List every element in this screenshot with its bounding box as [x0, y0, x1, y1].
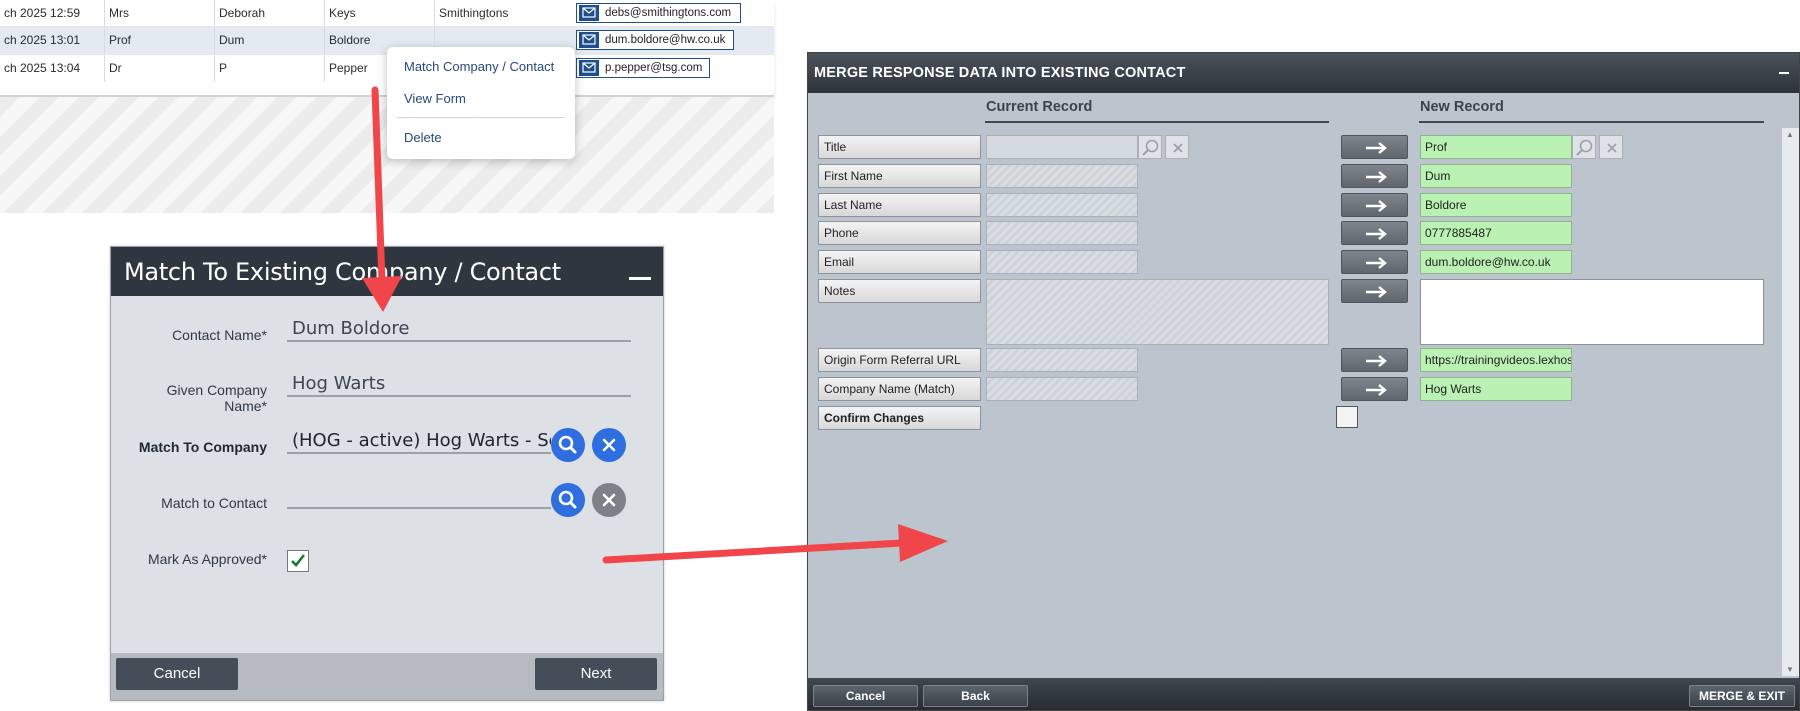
annotation-arrow-down	[362, 86, 402, 312]
annotation-arrow-right	[602, 524, 948, 564]
annotation-arrows	[362, 86, 948, 564]
